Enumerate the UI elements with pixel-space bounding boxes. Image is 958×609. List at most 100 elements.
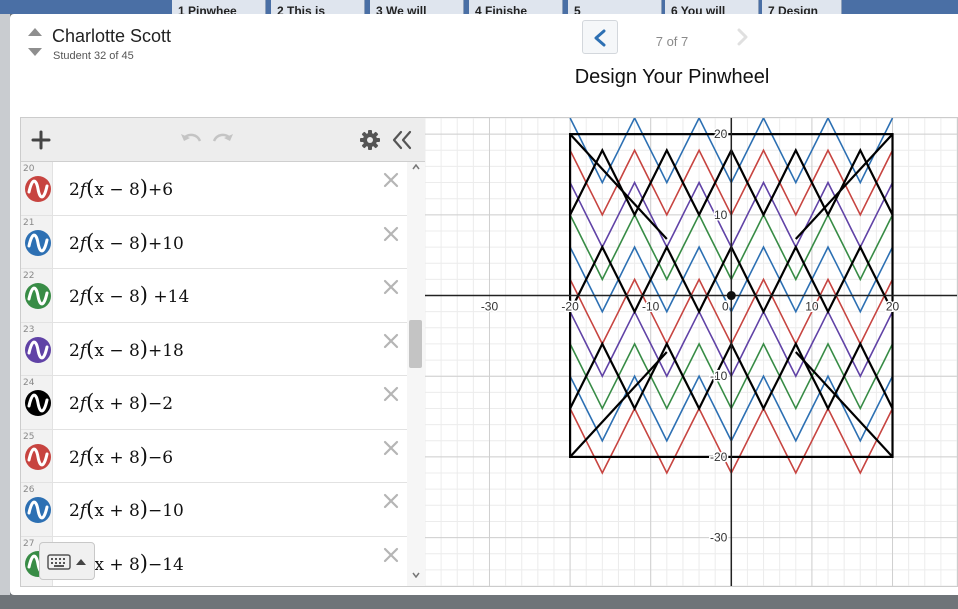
- redo-icon[interactable]: [211, 130, 235, 150]
- expression-gutter: 26: [21, 483, 53, 536]
- background-tab: 5: [568, 0, 662, 14]
- background-tab: 6 You will: [665, 0, 759, 14]
- expression-row[interactable]: 22 2f(x − 8) +14: [21, 269, 407, 323]
- expression-gutter: 22: [21, 269, 53, 322]
- graphing-calculator: 20 2f(x − 8)+6 21 2f(x − 8)+10 22 2f(x − 8) +…: [20, 117, 958, 587]
- expression-number: 23: [23, 324, 35, 335]
- expression-input[interactable]: 2f(x + 8)−10: [69, 497, 184, 521]
- expression-coefficient: 2: [69, 501, 80, 521]
- graph-style-icon[interactable]: [25, 176, 51, 202]
- expression-coefficient: 2: [69, 394, 80, 414]
- keyboard-icon: [47, 554, 86, 570]
- expression-offset: +6: [148, 180, 174, 200]
- x-tick-label: 0: [722, 300, 729, 314]
- delete-expression-icon[interactable]: [381, 331, 401, 351]
- student-name: Charlotte Scott: [52, 26, 172, 46]
- expression-paren: ): [139, 497, 148, 521]
- y-tick-label: -30: [710, 531, 728, 545]
- expression-gutter: 20: [21, 162, 53, 215]
- expression-row[interactable]: 25 2f(x + 8)−6: [21, 429, 407, 483]
- undo-icon[interactable]: [179, 130, 203, 150]
- graph-style-icon[interactable]: [25, 283, 51, 309]
- expression-coefficient: 2: [69, 180, 80, 200]
- add-icon[interactable]: [29, 128, 53, 152]
- previous-screen-button[interactable]: [582, 20, 618, 54]
- graph-style-icon[interactable]: [25, 336, 51, 363]
- expression-number: 22: [23, 271, 35, 281]
- expression-input[interactable]: 2f(x + 8)−2: [69, 390, 173, 414]
- expression-gutter: 24: [21, 376, 53, 429]
- collapse-panel-icon[interactable]: [391, 129, 413, 151]
- delete-expression-icon[interactable]: [381, 545, 401, 565]
- next-student-icon[interactable]: [28, 48, 42, 56]
- expression-paren: ): [139, 443, 148, 468]
- next-screen-button[interactable]: [724, 20, 760, 54]
- expression-gutter: 25: [21, 429, 53, 482]
- expression-offset: −6: [148, 447, 174, 468]
- expression-number: 27: [23, 538, 35, 549]
- gear-icon[interactable]: [359, 129, 381, 151]
- expression-toolbar: [21, 118, 425, 162]
- expression-input[interactable]: 2f(x − 8)+10: [69, 230, 184, 254]
- delete-expression-icon[interactable]: [381, 384, 401, 404]
- expression-coefficient: 2: [69, 287, 80, 307]
- graph-style-icon[interactable]: [25, 443, 51, 470]
- scroll-up-icon[interactable]: [412, 164, 420, 170]
- expression-scrollbar[interactable]: [407, 162, 425, 586]
- delete-expression-icon[interactable]: [381, 224, 401, 244]
- expression-paren: ): [139, 283, 148, 307]
- graph-style-icon[interactable]: [25, 390, 51, 416]
- expression-input[interactable]: 2f(x − 8)+6: [69, 176, 173, 200]
- scroll-down-icon[interactable]: [412, 572, 420, 578]
- x-tick-label: -30: [481, 300, 499, 314]
- expression-number: 24: [23, 378, 35, 388]
- expression-argument: x − 8: [94, 287, 140, 307]
- scroll-thumb[interactable]: [409, 320, 422, 368]
- expression-offset: −14: [148, 554, 184, 575]
- student-switcher: [28, 28, 44, 62]
- expression-row[interactable]: 26 2f(x + 8)−10: [21, 483, 407, 537]
- background-tab-strip: 1 Pinwhee 2 This is 3 We will 4 Finishe 5 6 Y…: [0, 0, 958, 14]
- background-tab: 1 Pinwhee: [172, 0, 266, 14]
- expression-input[interactable]: 2f(x − 8) +14: [69, 283, 189, 307]
- expression-input[interactable]: 2f(x + 8)−6: [69, 444, 173, 468]
- delete-expression-icon[interactable]: [381, 170, 401, 190]
- background-bottom-strip: [0, 595, 958, 609]
- graph-canvas[interactable]: -30 -20 -10 0 10 20 20 10 -10 -20 -30: [424, 118, 957, 586]
- expression-gutter: 21: [21, 215, 53, 268]
- expression-offset: −2: [148, 394, 174, 414]
- delete-expression-icon[interactable]: [381, 277, 401, 297]
- delete-expression-icon[interactable]: [381, 438, 401, 458]
- expression-row[interactable]: 20 2f(x − 8)+6: [21, 162, 407, 216]
- x-tick-label: -10: [642, 300, 660, 314]
- expression-number: 21: [23, 217, 35, 228]
- graph-style-icon[interactable]: [25, 497, 51, 523]
- expression-argument: x − 8: [94, 180, 140, 200]
- expression-argument: x + 8: [94, 447, 140, 468]
- expression-number: 26: [23, 485, 35, 495]
- graph-plot[interactable]: -30 -20 -10 0 10 20 20 10 -10 -20 -30: [424, 118, 957, 586]
- expression-argument: x + 8: [94, 501, 140, 521]
- y-tick-label: 20: [714, 127, 728, 141]
- expression-gutter: 23: [21, 322, 53, 375]
- background-tab: 7 Design: [762, 0, 842, 14]
- y-tick-label: 10: [714, 208, 728, 222]
- background-tab: 3 We will: [370, 0, 464, 14]
- expression-argument: x − 8: [94, 340, 140, 361]
- expression-row[interactable]: 21 2f(x − 8)+10: [21, 215, 407, 269]
- graph-style-icon[interactable]: [25, 229, 51, 256]
- expression-input[interactable]: 2f(x − 8)+18: [69, 337, 184, 361]
- expression-row[interactable]: 24 2f(x + 8)−2: [21, 376, 407, 430]
- x-tick-label: 20: [886, 300, 900, 314]
- expression-number: 20: [23, 164, 35, 174]
- expression-argument: x + 8: [94, 554, 140, 575]
- expression-paren: ): [139, 176, 148, 200]
- expression-row[interactable]: 23 2f(x − 8)+18: [21, 322, 407, 376]
- expression-list: 20 2f(x − 8)+6 21 2f(x − 8)+10 22 2f(x − 8) +…: [21, 162, 407, 586]
- keyboard-toggle-button[interactable]: [39, 542, 95, 580]
- expression-paren: ): [139, 390, 148, 414]
- delete-expression-icon[interactable]: [381, 491, 401, 511]
- expression-offset: +14: [148, 287, 190, 307]
- expression-coefficient: 2: [69, 447, 80, 468]
- previous-student-icon[interactable]: [28, 28, 42, 36]
